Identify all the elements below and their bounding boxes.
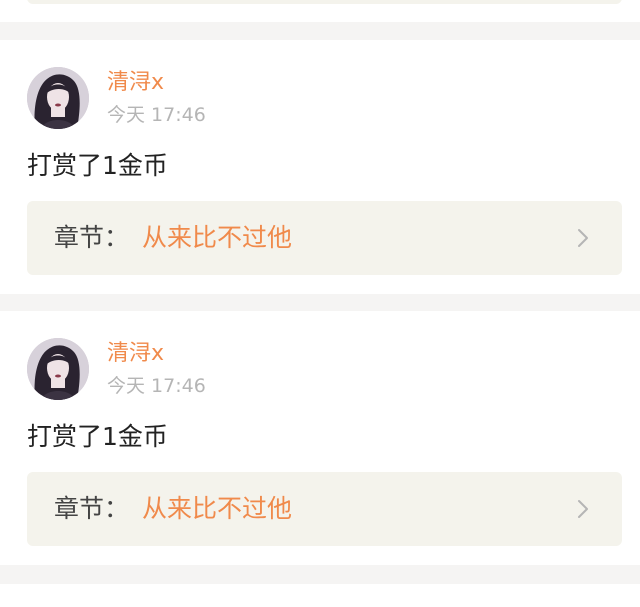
reward-entry: 清浔x 今天 17:46 打赏了1金币 章节： 从来比不过他 bbox=[0, 40, 640, 294]
chevron-right-icon bbox=[578, 229, 588, 247]
username[interactable]: 清浔x bbox=[107, 341, 164, 367]
next-entry-partial bbox=[0, 584, 640, 607]
chapter-title: 从来比不过他 bbox=[142, 223, 293, 252]
chapter-title: 从来比不过他 bbox=[142, 494, 293, 523]
username[interactable]: 清浔x bbox=[107, 70, 164, 96]
avatar[interactable] bbox=[27, 338, 89, 400]
chevron-right-icon bbox=[578, 500, 588, 518]
chapter-label: 章节： bbox=[54, 223, 130, 252]
chapter-link[interactable]: 章节： 从来比不过他 bbox=[27, 201, 622, 275]
timestamp: 今天 17:46 bbox=[107, 104, 206, 126]
chapter-label: 章节： bbox=[54, 494, 130, 523]
reward-text: 打赏了1金币 bbox=[27, 151, 168, 180]
avatar[interactable] bbox=[27, 67, 89, 129]
chapter-link[interactable]: 章节： 从来比不过他 bbox=[27, 472, 622, 546]
previous-entry-partial bbox=[0, 0, 640, 22]
timestamp: 今天 17:46 bbox=[107, 375, 206, 397]
previous-chapter-box-partial[interactable] bbox=[27, 0, 622, 4]
reward-text: 打赏了1金币 bbox=[27, 422, 168, 451]
reward-feed: 清浔x 今天 17:46 打赏了1金币 章节： 从来比不过他 清浔x 今天 17… bbox=[0, 0, 640, 607]
reward-entry: 清浔x 今天 17:46 打赏了1金币 章节： 从来比不过他 bbox=[0, 311, 640, 565]
